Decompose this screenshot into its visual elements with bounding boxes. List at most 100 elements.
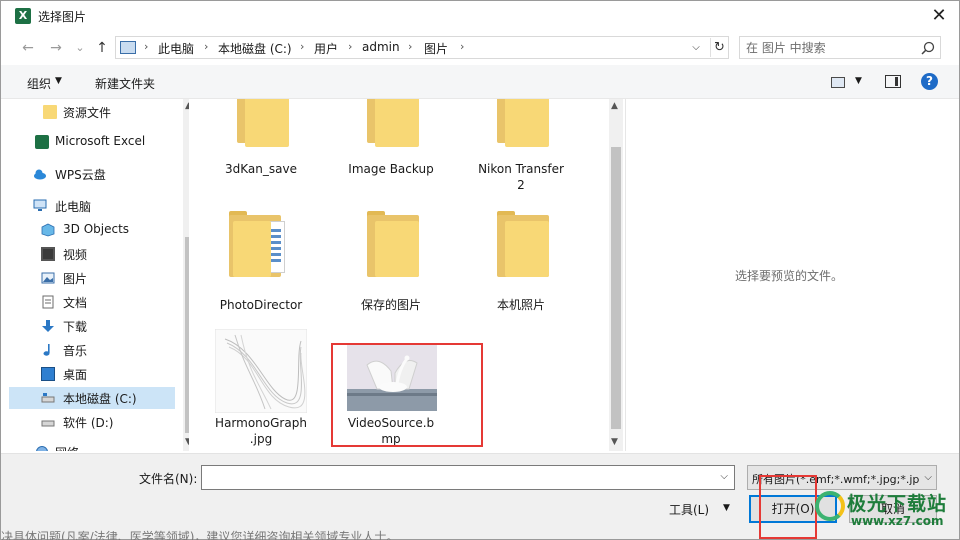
scroll-up-arrow[interactable]: ▲ <box>185 101 189 111</box>
computer-icon <box>120 41 136 54</box>
drive-icon <box>41 393 55 403</box>
organize-menu[interactable]: 组织 <box>27 75 51 92</box>
folder-icon <box>43 105 57 119</box>
sidebar-item-label: 桌面 <box>63 368 88 382</box>
video-icon <box>41 247 55 261</box>
breadcrumb-admin[interactable]: admin <box>362 40 400 54</box>
excel-icon <box>35 135 49 149</box>
download-icon <box>42 320 54 332</box>
new-folder-button[interactable]: 新建文件夹 <box>95 75 155 92</box>
network-icon <box>36 446 48 451</box>
dialog-title: 选择图片 <box>38 10 87 24</box>
scroll-down-arrow[interactable]: ▼ <box>185 437 189 447</box>
watermark-logo-icon <box>815 491 845 521</box>
sidebar-item-resource-files[interactable]: 资源文件 <box>9 101 175 123</box>
sidebar-item-label: 视频 <box>63 248 88 262</box>
breadcrumb-separator: › <box>204 40 209 53</box>
sidebar-item-label: 资源文件 <box>63 106 112 120</box>
scrollbar-thumb[interactable] <box>185 237 189 433</box>
change-view-icon[interactable] <box>831 77 845 88</box>
close-button[interactable]: ✕ <box>921 3 957 29</box>
sidebar-item-label: 软件 (D:) <box>63 416 114 430</box>
chevron-down-icon[interactable]: ▼ <box>855 76 862 86</box>
search-box[interactable] <box>739 36 941 59</box>
preview-pane: 选择要预览的文件。 <box>625 99 951 451</box>
chevron-down-icon[interactable]: ⌵ <box>720 471 728 482</box>
background-document-text: 决具体问题(凡案/法律、医学等领域)，建议您详细咨询相关领域专业人士。 <box>1 530 399 540</box>
chevron-down-icon[interactable]: ⌵ <box>688 39 704 56</box>
file-name: 3dKan_save <box>225 162 297 176</box>
breadcrumb-local-disk[interactable]: 本地磁盘 (C:) <box>218 40 292 57</box>
sidebar-item-this-pc[interactable]: 此电脑 <box>9 195 175 217</box>
highlight-box-selected-file <box>331 343 483 447</box>
search-icon[interactable] <box>920 40 936 56</box>
sidebar-item-label: Microsoft Excel <box>55 134 146 148</box>
navigation-pane[interactable]: 资源文件 Microsoft Excel WPS云盘 此电脑 3D Object… <box>9 99 189 451</box>
file-name: Image Backup <box>348 162 434 176</box>
chevron-down-icon[interactable]: ▼ <box>723 503 730 513</box>
scrollbar-thumb[interactable] <box>611 147 621 429</box>
help-icon[interactable]: ? <box>921 73 938 90</box>
preview-empty-text: 选择要预览的文件。 <box>734 269 843 283</box>
file-name: .jpg <box>249 432 273 446</box>
computer-icon <box>33 199 47 211</box>
breadcrumb-separator: › <box>348 40 353 53</box>
file-open-dialog: X 选择图片 ✕ ← → ⌄ ↑ › 此电脑 › 本地磁盘 (C:) › 用户 … <box>0 0 960 540</box>
chevron-down-icon[interactable]: ▼ <box>55 76 62 86</box>
sidebar-item-pictures[interactable]: 图片 <box>9 267 175 289</box>
folder-icon <box>331 211 451 283</box>
breadcrumb-this-pc[interactable]: 此电脑 <box>158 40 194 57</box>
forward-button[interactable]: → <box>47 39 65 57</box>
watermark: 极光下载站 www.xz7.com <box>809 481 960 540</box>
watermark-url: www.xz7.com <box>851 514 944 528</box>
file-name: 本机照片 <box>496 298 545 312</box>
sidebar-item-3d-objects[interactable]: 3D Objects <box>9 219 175 241</box>
folder-icon <box>461 211 581 283</box>
breadcrumb-separator: › <box>144 40 149 53</box>
file-name: PhotoDirector <box>219 298 303 312</box>
breadcrumb-separator: › <box>460 40 465 53</box>
sidebar-item-label: 本地磁盘 (C:) <box>63 392 137 406</box>
image-thumbnail <box>201 327 321 413</box>
sidebar-item-label: 网络 <box>55 444 79 451</box>
excel-app-icon: X <box>15 8 31 24</box>
sidebar-item-desktop[interactable]: 桌面 <box>9 363 175 385</box>
sidebar-item-downloads[interactable]: 下载 <box>9 315 175 337</box>
sidebar-scrollbar[interactable]: ▲ ▼ <box>183 99 189 451</box>
file-list-scrollbar[interactable]: ▲ ▼ <box>609 99 623 451</box>
back-button[interactable]: ← <box>19 39 37 57</box>
sidebar-item-microsoft-excel[interactable]: Microsoft Excel <box>9 131 175 153</box>
sidebar-item-label: WPS云盘 <box>55 168 106 182</box>
up-button[interactable]: ↑ <box>93 39 111 57</box>
breadcrumb-users[interactable]: 用户 <box>314 40 338 57</box>
file-name: HarmonoGraph <box>215 416 307 430</box>
sidebar-item-label: 音乐 <box>63 344 88 358</box>
sidebar-item-documents[interactable]: 文档 <box>9 291 175 313</box>
scroll-up-arrow[interactable]: ▲ <box>611 101 618 111</box>
folder-icon <box>201 99 321 157</box>
drive-icon <box>41 420 55 427</box>
tools-menu[interactable]: 工具(L) <box>669 501 709 518</box>
sidebar-item-local-disk-c[interactable]: 本地磁盘 (C:) <box>9 387 175 409</box>
watermark-text: 极光下载站 <box>847 493 948 515</box>
cloud-icon <box>34 169 46 180</box>
sidebar-item-music[interactable]: 音乐 <box>9 339 175 361</box>
cube-icon <box>41 223 55 237</box>
filename-label: 文件名(N): <box>139 472 198 486</box>
sidebar-item-software-d[interactable]: 软件 (D:) <box>9 411 175 433</box>
preview-pane-icon[interactable] <box>885 75 901 88</box>
sidebar-item-wps-cloud[interactable]: WPS云盘 <box>9 163 175 185</box>
search-input[interactable] <box>746 40 916 56</box>
file-name: Nikon Transfer <box>478 162 564 176</box>
recent-locations-button[interactable]: ⌄ <box>71 39 89 57</box>
refresh-button[interactable]: ↻ <box>710 38 728 57</box>
sidebar-item-label: 文档 <box>63 296 88 310</box>
sidebar-item-label: 3D Objects <box>63 222 130 236</box>
breadcrumb-pictures[interactable]: 图片 <box>424 40 448 57</box>
sidebar-item-label: 图片 <box>63 272 88 286</box>
address-bar[interactable]: › 此电脑 › 本地磁盘 (C:) › 用户 › admin › 图片 › ⌵ … <box>115 36 729 59</box>
sidebar-item-videos[interactable]: 视频 <box>9 243 175 265</box>
sidebar-item-network[interactable]: 网络 <box>9 441 175 451</box>
scroll-down-arrow[interactable]: ▼ <box>611 437 618 447</box>
filename-field[interactable]: ⌵ <box>201 465 735 490</box>
